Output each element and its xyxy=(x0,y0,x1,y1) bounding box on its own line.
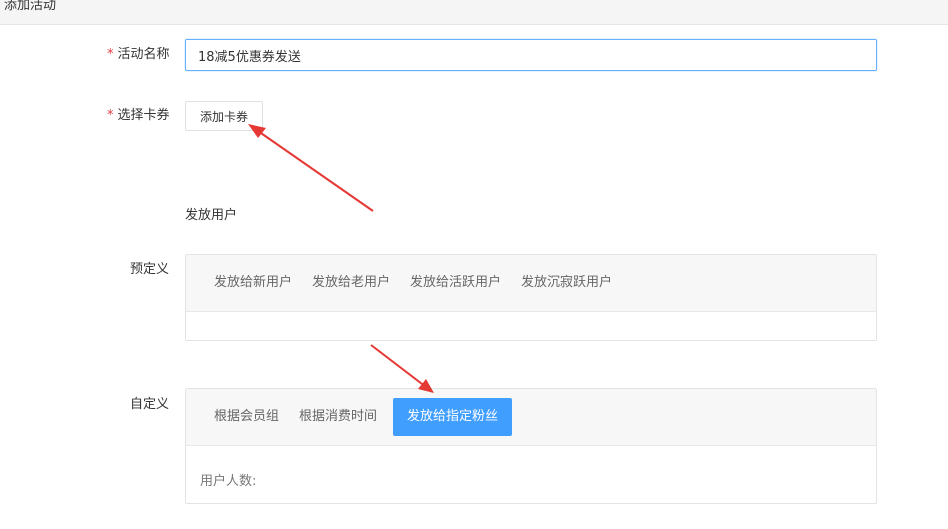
page-title: 添加活动 xyxy=(4,0,57,13)
select-coupon-label-text: 选择卡券 xyxy=(117,108,170,123)
page-header: 添加活动 xyxy=(0,0,948,25)
user-count-label: 用户人数: xyxy=(200,474,257,489)
arrow-to-add-coupon-icon xyxy=(248,124,374,212)
tab-specific-fans[interactable]: 发放给指定粉丝 xyxy=(393,398,513,436)
custom-panel: 根据会员组 根据消费时间 发放给指定粉丝 用户人数: xyxy=(185,388,877,504)
custom-panel-body: 用户人数: xyxy=(186,446,876,503)
arrow-to-specific-fans-icon xyxy=(370,344,434,393)
custom-tabs: 根据会员组 根据消费时间 发放给指定粉丝 xyxy=(186,389,876,446)
select-coupon-label: * 选择卡券 xyxy=(107,107,170,125)
tab-member-group[interactable]: 根据会员组 xyxy=(204,398,289,436)
tab-old-users[interactable]: 发放给老用户 xyxy=(302,264,400,302)
preset-panel: 发放给新用户 发放给老用户 发放给活跃用户 发放沉寂跃用户 xyxy=(185,254,877,341)
preset-tabs: 发放给新用户 发放给老用户 发放给活跃用户 发放沉寂跃用户 xyxy=(186,255,876,312)
required-mark: * xyxy=(107,108,114,123)
activity-name-input[interactable] xyxy=(185,39,877,71)
add-coupon-button[interactable]: 添加卡券 xyxy=(185,101,263,131)
preset-label: 预定义 xyxy=(130,262,170,277)
custom-label: 自定义 xyxy=(130,397,170,412)
preset-panel-body xyxy=(186,312,876,340)
activity-name-label-text: 活动名称 xyxy=(117,47,170,62)
tab-consumption-time[interactable]: 根据消费时间 xyxy=(289,398,387,436)
activity-name-label: * 活动名称 xyxy=(107,46,170,64)
tab-dormant-users[interactable]: 发放沉寂跃用户 xyxy=(511,264,622,302)
required-mark: * xyxy=(107,47,114,62)
tab-new-users[interactable]: 发放给新用户 xyxy=(204,264,302,302)
tab-active-users[interactable]: 发放给活跃用户 xyxy=(400,264,511,302)
distribution-section-title: 发放用户 xyxy=(185,208,238,223)
